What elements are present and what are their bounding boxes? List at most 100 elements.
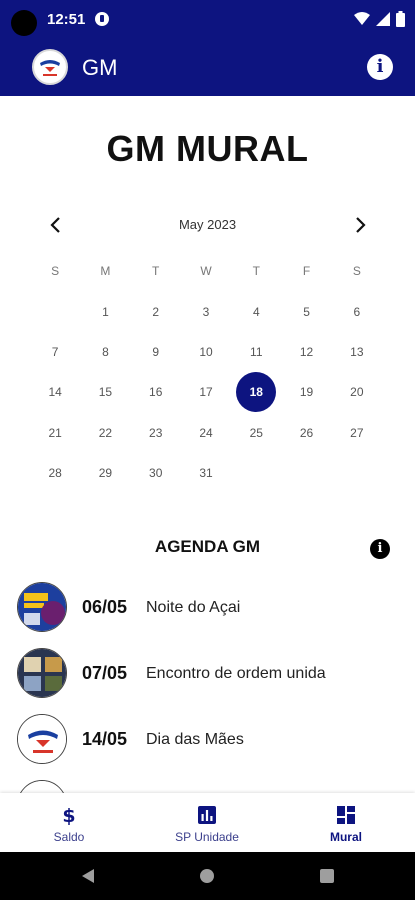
nav-item-saldo[interactable]: $ Saldo	[0, 793, 138, 852]
calendar-day[interactable]: 27	[332, 413, 382, 453]
calendar-day[interactable]: 14	[30, 372, 80, 412]
calendar-day[interactable]: 7	[30, 332, 80, 372]
back-icon[interactable]	[80, 868, 96, 884]
calendar-day[interactable]: 29	[80, 453, 130, 493]
calendar-day-label: 26	[299, 425, 314, 440]
nav-label: Saldo	[53, 830, 85, 844]
calendar-day[interactable]: 1	[80, 291, 130, 331]
app-bar: GM i	[0, 40, 415, 96]
agenda-item[interactable]	[0, 773, 415, 793]
nav-item-mural[interactable]: Mural	[277, 793, 415, 852]
calendar-day[interactable]: 15	[80, 372, 130, 412]
event-thumbnail	[17, 714, 67, 764]
calendar-empty-cell	[30, 291, 80, 331]
agenda-date: 14/05	[82, 729, 128, 749]
calendar-day-label: 5	[303, 304, 310, 319]
weekday-label: F	[302, 264, 311, 279]
calendar-day-label: 15	[98, 385, 113, 400]
calendar-day[interactable]: 26	[281, 413, 331, 453]
home-icon[interactable]	[199, 868, 215, 884]
weekday-label: M	[100, 264, 111, 279]
calendar-day-label: 17	[199, 385, 213, 400]
weekday-label: T	[152, 264, 160, 279]
calendar-day[interactable]: 2	[131, 291, 181, 331]
calendar-day[interactable]: 19	[281, 372, 331, 412]
agenda-list: 06/05 Noite do Açai 07/05 Encontro de or…	[0, 575, 415, 793]
app-logo	[32, 49, 68, 85]
calendar-day[interactable]: 28	[30, 453, 80, 493]
status-time: 12:51	[47, 11, 86, 28]
agenda-date: 06/05	[82, 597, 128, 617]
calendar-day-label: 6	[353, 304, 361, 319]
calendar-day[interactable]: 13	[332, 332, 382, 372]
calendar-day[interactable]: 30	[131, 453, 181, 493]
weekday-label: S	[352, 264, 361, 279]
dashboard-icon	[337, 806, 355, 824]
calendar-day[interactable]: 12	[281, 332, 331, 372]
calendar-day[interactable]: 17	[181, 372, 231, 412]
chevron-right-icon[interactable]	[348, 213, 372, 237]
status-icons	[354, 10, 405, 28]
dollar-icon: $	[62, 805, 75, 825]
calendar-day-label: 21	[48, 425, 62, 440]
wifi-icon	[354, 12, 370, 25]
agenda-name: Dia das Mães	[146, 731, 244, 748]
agenda-item[interactable]: 14/05 Dia das Mães	[0, 707, 415, 773]
agenda-info-icon[interactable]: i	[370, 539, 390, 559]
calendar-day-label: 11	[250, 344, 263, 359]
weekday-label: W	[200, 264, 212, 279]
notification-icon	[95, 12, 109, 26]
weekday-label: T	[252, 264, 260, 279]
battery-icon	[396, 11, 405, 27]
calendar-day[interactable]: 16	[131, 372, 181, 412]
svg-text:$: $	[62, 805, 75, 825]
nav-label: Mural	[329, 830, 362, 844]
event-thumbnail	[17, 648, 67, 698]
calendar-day[interactable]: 8	[80, 332, 130, 372]
bottom-navigation: $ Saldo SP Unidade Mural	[0, 793, 415, 852]
calendar-day-label: 22	[98, 425, 113, 440]
calendar-day-label: 29	[98, 466, 113, 481]
signal-icon	[376, 12, 390, 26]
calendar-day-label: 1	[102, 304, 109, 319]
bar-chart-icon	[198, 806, 216, 824]
calendar-day[interactable]: 21	[30, 413, 80, 453]
calendar-day[interactable]: 22	[80, 413, 130, 453]
status-bar: 12:51	[0, 0, 415, 40]
calendar-day-label: 20	[350, 385, 364, 400]
calendar-day-label: 19	[299, 385, 314, 400]
calendar-day[interactable]: 31	[181, 453, 231, 493]
page-title: GM MURAL	[106, 128, 309, 169]
calendar-day[interactable]: 10	[181, 332, 231, 372]
calendar-day-label: 24	[199, 425, 213, 440]
agenda-item[interactable]: 06/05 Noite do Açai	[0, 575, 415, 641]
calendar-day[interactable]: 6	[332, 291, 382, 331]
camera-cutout	[11, 10, 37, 36]
agenda-name: Encontro de ordem unida	[146, 665, 326, 682]
nav-item-sp-unidade[interactable]: SP Unidade	[138, 793, 276, 852]
agenda-title: AGENDA GM	[154, 537, 261, 556]
calendar-day-label: 16	[149, 385, 163, 400]
calendar-day[interactable]: 4	[231, 291, 281, 331]
calendar-day-selected[interactable]: 18	[231, 372, 281, 413]
app-title: GM	[82, 55, 118, 80]
calendar-day[interactable]: 11	[231, 332, 281, 372]
calendar-day[interactable]: 3	[181, 291, 231, 331]
calendar-day[interactable]: 25	[231, 413, 281, 453]
calendar-day[interactable]: 20	[332, 372, 382, 412]
calendar-day-label: 2	[152, 304, 160, 319]
calendar-day[interactable]: 9	[131, 332, 181, 372]
weekday-label: S	[51, 264, 60, 279]
agenda-item[interactable]: 07/05 Encontro de ordem unida	[0, 641, 415, 707]
info-icon[interactable]: i	[367, 54, 393, 80]
calendar-day[interactable]: 5	[281, 291, 331, 331]
calendar-day-label: 28	[48, 466, 62, 481]
calendar-day-label: 12	[299, 344, 314, 359]
system-navigation-bar	[0, 852, 415, 900]
recents-icon[interactable]	[319, 868, 335, 884]
calendar-day[interactable]: 24	[181, 413, 231, 453]
event-thumbnail	[17, 582, 67, 632]
calendar-day[interactable]: 23	[131, 413, 181, 453]
calendar-day-label: 10	[199, 344, 213, 359]
calendar-day-label: 8	[102, 344, 109, 359]
